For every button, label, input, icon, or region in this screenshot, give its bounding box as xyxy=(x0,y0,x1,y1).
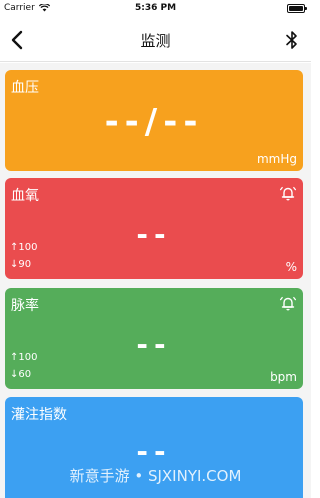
spo2-label: 血氧 xyxy=(11,188,39,204)
battery-icon xyxy=(287,4,307,13)
alarm-bell-icon[interactable] xyxy=(279,294,297,312)
perfusion-index-value: -- xyxy=(136,435,172,468)
bluetooth-icon[interactable] xyxy=(285,29,299,51)
spo2-card[interactable]: 血氧 -- ↑100 ↓90 % xyxy=(5,178,303,279)
pulse-rate-low-limit: ↓60 xyxy=(10,369,32,380)
spo2-high-limit: ↑100 xyxy=(10,242,38,253)
spo2-low-limit: ↓90 xyxy=(10,259,32,270)
alarm-bell-icon[interactable] xyxy=(279,184,297,202)
status-time: 5:36 PM xyxy=(134,3,177,13)
watermark-text: 新意手游 • SJXINYI.COM xyxy=(69,467,242,485)
blood-pressure-value: --/-- xyxy=(104,102,204,142)
pulse-rate-unit: bpm xyxy=(270,370,297,384)
spo2-unit: % xyxy=(285,260,297,274)
blood-pressure-unit: mmHg xyxy=(256,152,297,166)
page-title: 监测 xyxy=(140,32,171,50)
pulse-rate-value: -- xyxy=(136,328,172,361)
pulse-rate-label: 脉率 xyxy=(11,298,39,314)
status-bar: Carrier 5:36 PM xyxy=(0,0,311,18)
monitor-content: 血压 --/-- mmHg 血氧 -- ↑100 ↓90 % 脉率 -- ↑10… xyxy=(0,63,311,498)
blood-pressure-label: 血压 xyxy=(11,80,39,96)
navigation-bar: 监测 xyxy=(0,18,311,62)
monitor-screen: Carrier 5:36 PM 监测 血压 --/-- mmHg 血氧 -- ↑… xyxy=(0,0,311,498)
blood-pressure-card[interactable]: 血压 --/-- mmHg xyxy=(5,70,303,171)
spo2-value: -- xyxy=(136,218,172,251)
pulse-rate-high-limit: ↑100 xyxy=(10,352,38,363)
perfusion-index-label: 灌注指数 xyxy=(11,407,67,423)
pulse-rate-card[interactable]: 脉率 -- ↑100 ↓60 bpm xyxy=(5,288,303,389)
